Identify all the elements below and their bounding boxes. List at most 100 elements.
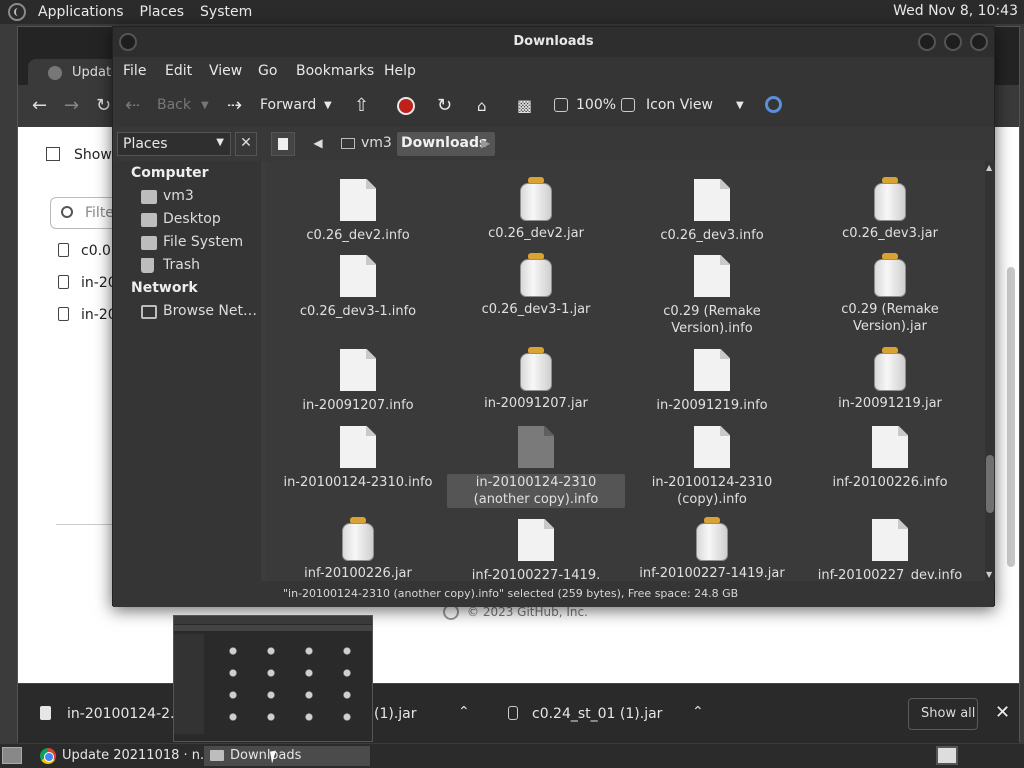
jar-file-item[interactable]: inf-20100227-1419.jar bbox=[623, 517, 801, 581]
jar-file-item[interactable]: in-20091219.jar bbox=[801, 347, 979, 412]
menu-help[interactable]: Help bbox=[384, 63, 416, 79]
info-file-item[interactable]: in-20091219.info bbox=[623, 349, 801, 414]
browser-reload-icon[interactable]: ↻ bbox=[96, 95, 111, 116]
taskbar-button-downloads[interactable]: Downloads bbox=[204, 746, 370, 766]
sidebar-item-trash[interactable]: Trash bbox=[163, 257, 200, 273]
info-file-item[interactable]: c0.26_dev3.info bbox=[623, 179, 801, 244]
show-desktop-icon[interactable] bbox=[2, 747, 22, 764]
info-file-item[interactable]: in-20091207.info bbox=[269, 349, 447, 414]
show-all-button[interactable]: Show all bbox=[908, 698, 978, 730]
download-item-name: (1).jar bbox=[374, 706, 417, 722]
places-combo-label: Places bbox=[123, 136, 168, 152]
search-icon[interactable] bbox=[765, 96, 782, 113]
view-mode-select[interactable]: Icon View bbox=[646, 97, 713, 113]
minimize-icon[interactable] bbox=[918, 33, 936, 51]
window-thumbnail-preview[interactable] bbox=[173, 615, 373, 742]
edit-location-icon[interactable] bbox=[271, 132, 295, 156]
jar-file-item[interactable]: c0.29 (Remake Version).jar bbox=[801, 253, 979, 335]
back-history-dropdown[interactable]: ▼ bbox=[201, 100, 209, 111]
sidebar-item-browse-network[interactable]: Browse Net… bbox=[163, 303, 257, 319]
top-panel: Applications Places System Wed Nov 8, 10… bbox=[0, 0, 1024, 24]
view-mode-dropdown-icon[interactable]: ▼ bbox=[736, 100, 744, 111]
tray-applet-icon[interactable] bbox=[936, 746, 958, 765]
applications-menu[interactable]: Applications bbox=[32, 4, 134, 20]
system-menu[interactable]: System bbox=[194, 4, 262, 20]
reload-icon[interactable]: ↻ bbox=[437, 95, 452, 116]
network-icon bbox=[141, 305, 157, 319]
forward-history-dropdown[interactable]: ▼ bbox=[324, 100, 332, 111]
home-icon[interactable]: ⌂ bbox=[477, 97, 487, 115]
repo-file-item[interactable]: in-20 bbox=[58, 307, 117, 323]
info-file-item[interactable]: c0.29 (Remake Version).info bbox=[623, 255, 801, 337]
jar-file-item[interactable]: c0.26_dev3-1.jar bbox=[447, 253, 625, 318]
document-icon bbox=[694, 179, 730, 221]
copyright-text: © 2023 GitHub, Inc. bbox=[467, 605, 588, 619]
repo-file-item[interactable]: c0.0. bbox=[58, 243, 115, 259]
scroll-up-icon[interactable]: ▲ bbox=[986, 163, 992, 172]
computer-icon[interactable]: ▩ bbox=[517, 96, 532, 115]
sidebar-item-desktop[interactable]: Desktop bbox=[163, 211, 221, 227]
zoom-out-icon[interactable] bbox=[554, 98, 568, 112]
jar-file-item[interactable]: inf-20100226.jar bbox=[269, 517, 447, 581]
info-file-item[interactable]: in-20100124-2310 (copy).info bbox=[623, 426, 801, 508]
distro-logo-icon[interactable] bbox=[8, 3, 26, 21]
chevron-up-icon[interactable]: ⌃ bbox=[692, 704, 704, 720]
scrollbar-thumb[interactable] bbox=[986, 455, 994, 513]
menu-go[interactable]: Go bbox=[258, 63, 277, 79]
back-button[interactable]: Back bbox=[157, 97, 191, 113]
menu-edit[interactable]: Edit bbox=[165, 63, 192, 79]
jar-file-icon bbox=[519, 177, 553, 221]
stop-icon[interactable] bbox=[397, 97, 415, 115]
close-sidebar-icon[interactable]: ✕ bbox=[235, 132, 257, 156]
trash-icon bbox=[141, 258, 154, 273]
info-file-item[interactable]: inf-20100226.info bbox=[801, 426, 979, 491]
file-icon-view[interactable]: c0.26_dev2.info c0.26_dev2.jar c0.26_dev3.… bbox=[267, 161, 985, 581]
jar-file-item[interactable]: c0.26_dev2.jar bbox=[447, 177, 625, 242]
file-view-scrollbar[interactable]: ▲ ▼ bbox=[985, 161, 995, 581]
path-scroll-right-icon[interactable]: ▶ bbox=[481, 132, 490, 150]
download-item[interactable]: c0.24_st_01 (1).jar bbox=[508, 706, 662, 722]
info-file-item[interactable]: c0.26_dev3-1.info bbox=[269, 255, 447, 320]
download-item[interactable]: (1).jar bbox=[374, 706, 417, 722]
window-titlebar[interactable]: Downloads bbox=[113, 27, 994, 57]
menu-file[interactable]: File bbox=[123, 63, 146, 79]
browser-forward-icon[interactable]: → bbox=[64, 95, 79, 116]
path-button-home[interactable]: vm3 bbox=[335, 132, 400, 156]
thumbnail-sidebar bbox=[174, 634, 204, 734]
info-file-item[interactable]: inf-20100227-1419. bbox=[447, 519, 625, 581]
repo-file-item[interactable]: in-20 bbox=[58, 275, 117, 291]
sidebar-places-combo[interactable]: Places ▼ bbox=[117, 132, 231, 156]
sidebar-item-vm3[interactable]: vm3 bbox=[163, 188, 194, 204]
forward-arrow-icon[interactable]: ⇢ bbox=[227, 95, 242, 116]
bottom-taskbar: Update 20211018 · n... Downloads bbox=[0, 744, 1024, 768]
taskbar-button-browser[interactable]: Update 20211018 · n... bbox=[36, 746, 212, 766]
scroll-down-icon[interactable]: ▼ bbox=[986, 570, 992, 579]
browser-back-icon[interactable]: ← bbox=[32, 95, 47, 116]
jar-file-item[interactable]: in-20091207.jar bbox=[447, 347, 625, 412]
info-file-item[interactable]: in-20100124-2310.info bbox=[269, 426, 447, 491]
thumbnail-icons bbox=[214, 640, 364, 735]
sidebar-item-file-system[interactable]: File System bbox=[163, 234, 243, 250]
chevron-up-icon[interactable]: ⌃ bbox=[458, 704, 470, 720]
close-shelf-icon[interactable]: ✕ bbox=[995, 702, 1010, 723]
menu-bookmarks[interactable]: Bookmarks bbox=[296, 63, 374, 79]
menu-view[interactable]: View bbox=[209, 63, 242, 79]
info-file-item[interactable]: inf-20100227_dev.info bbox=[801, 519, 979, 581]
forward-button[interactable]: Forward bbox=[260, 97, 316, 113]
zoom-in-icon[interactable] bbox=[621, 98, 635, 112]
up-arrow-icon[interactable]: ⇧ bbox=[354, 95, 369, 116]
download-item[interactable]: in-20100124-2.... bbox=[40, 706, 188, 722]
back-arrow-icon[interactable]: ⇠ bbox=[125, 95, 140, 116]
show-sidebar-toggle[interactable]: Show bbox=[46, 147, 112, 163]
document-icon bbox=[518, 519, 554, 561]
browser-scrollbar[interactable] bbox=[1007, 267, 1015, 567]
jar-file-item[interactable]: c0.26_dev3.jar bbox=[801, 177, 979, 242]
maximize-icon[interactable] bbox=[944, 33, 962, 51]
info-file-item[interactable]: in-20100124-2310 (another copy).info bbox=[447, 426, 625, 508]
panel-clock[interactable]: Wed Nov 8, 10:43 bbox=[893, 3, 1018, 19]
places-menu[interactable]: Places bbox=[134, 4, 195, 20]
info-file-item[interactable]: c0.26_dev2.info bbox=[269, 179, 447, 244]
close-icon[interactable] bbox=[970, 33, 988, 51]
path-scroll-left-icon[interactable]: ◀ bbox=[307, 132, 329, 156]
file-icon bbox=[58, 307, 69, 321]
